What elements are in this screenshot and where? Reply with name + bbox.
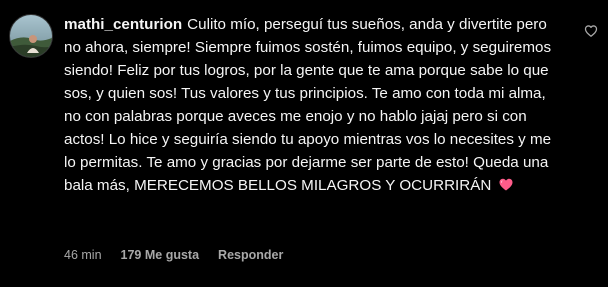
pink-heart-emoji-icon (499, 178, 513, 191)
comment-body: mathi_centurion Culito mío, perseguí tus … (64, 13, 564, 197)
comment-text: Culito mío, perseguí tus sueños, anda y … (64, 16, 552, 194)
heart-outline-icon[interactable] (584, 24, 598, 38)
comment-meta: 46 min 179 Me gusta Responder (64, 248, 283, 262)
avatar-image (10, 15, 52, 57)
comment-time: 46 min (64, 248, 102, 262)
comment: mathi_centurion Culito mío, perseguí tus … (0, 0, 608, 287)
reply-button[interactable]: Responder (218, 248, 283, 262)
username[interactable]: mathi_centurion (64, 16, 182, 33)
avatar[interactable] (9, 14, 53, 58)
like-count[interactable]: 179 Me gusta (121, 248, 200, 262)
